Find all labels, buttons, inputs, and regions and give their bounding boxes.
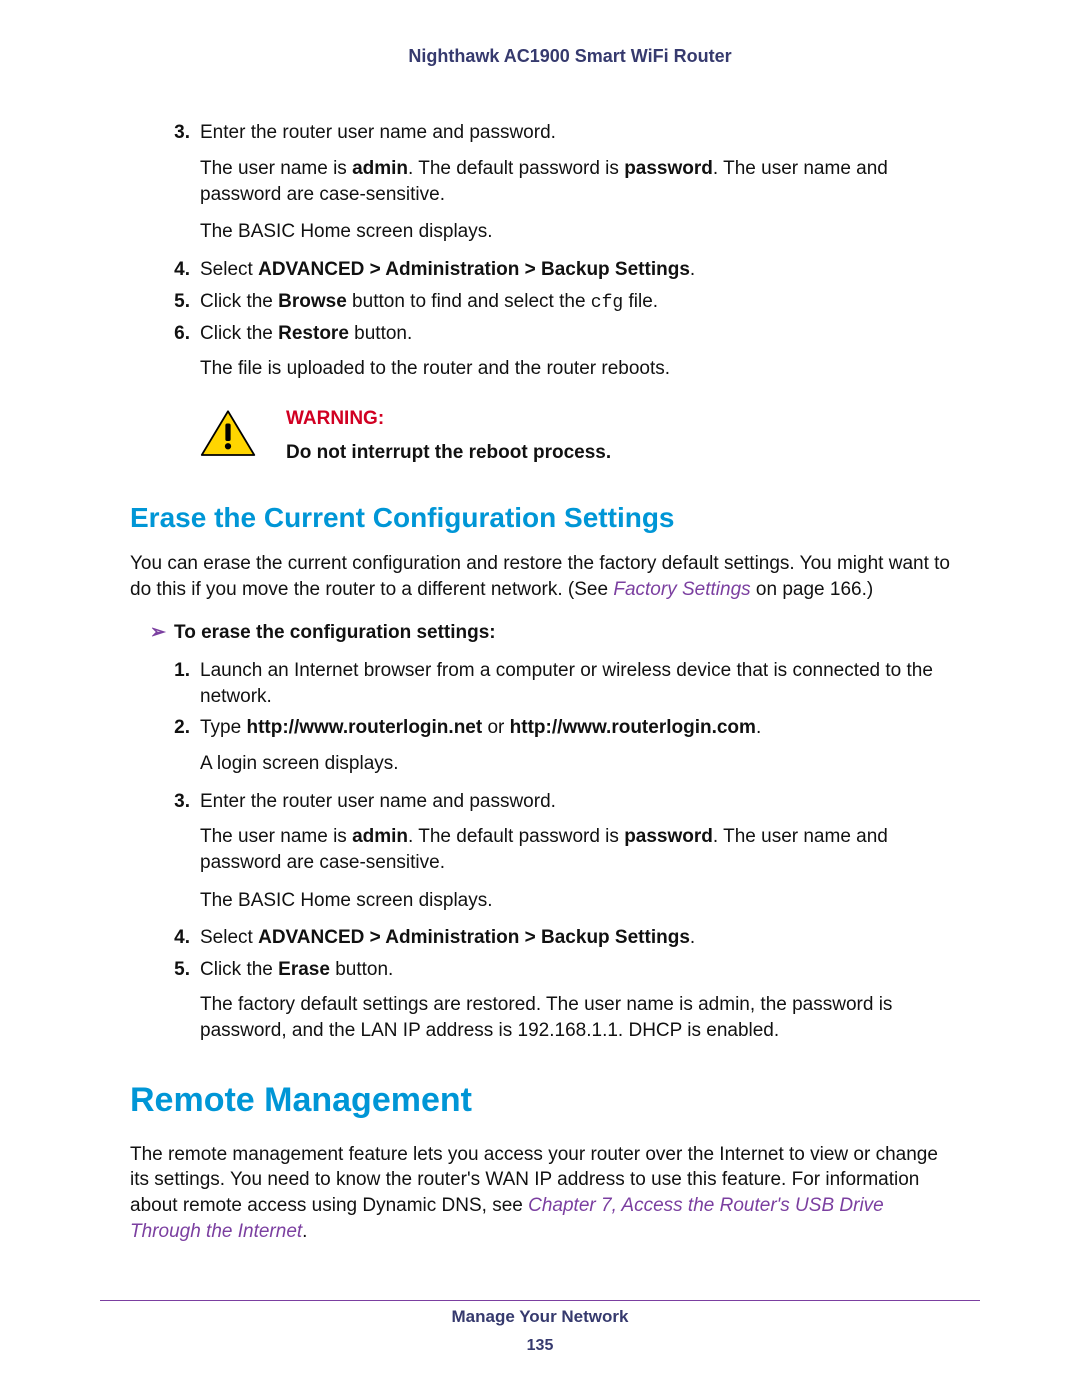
erase-step-5-paragraph: The factory default settings are restore… <box>160 992 950 1043</box>
erase-step-3-paragraph-1: The user name is admin. The default pass… <box>160 824 950 875</box>
step-number: 3. <box>160 120 190 146</box>
step-number: 5. <box>160 957 190 983</box>
warning-icon <box>200 408 256 460</box>
page-footer: Manage Your Network 135 <box>0 1306 1080 1357</box>
step-3-paragraph-2: The BASIC Home screen displays. <box>160 219 950 245</box>
code-cfg: cfg <box>591 293 623 313</box>
heading-erase-settings: Erase the Current Configuration Settings <box>130 499 950 537</box>
step-number: 4. <box>160 257 190 283</box>
xref-factory-settings[interactable]: Factory Settings <box>613 579 750 600</box>
step-number: 3. <box>160 789 190 815</box>
step-number: 4. <box>160 925 190 951</box>
chevron-right-icon: ➢ <box>150 620 174 646</box>
warning-message: Do not interrupt the reboot process. <box>286 442 611 463</box>
erase-step-3-paragraph-2: The BASIC Home screen displays. <box>160 888 950 914</box>
step-3: 3. Enter the router user name and passwo… <box>160 120 950 146</box>
step-6: 6. Click the Restore button. <box>160 321 950 347</box>
erase-step-2-paragraph: A login screen displays. <box>160 751 950 777</box>
page-header: Nighthawk AC1900 Smart WiFi Router <box>160 44 980 68</box>
step-number: 6. <box>160 321 190 347</box>
warning-text: WARNING: Do not interrupt the reboot pro… <box>286 406 611 465</box>
step-5: 5. Click the Browse button to find and s… <box>160 289 950 315</box>
step-text: Enter the router user name and password. <box>200 791 556 812</box>
warning-label: WARNING: <box>286 406 611 432</box>
step-number: 1. <box>160 658 190 684</box>
footer-page-number: 135 <box>0 1335 1080 1357</box>
heading-remote-management: Remote Management <box>130 1078 950 1124</box>
step-text: Enter the router user name and password. <box>200 122 556 143</box>
remote-management-intro: The remote management feature lets you a… <box>130 1142 950 1245</box>
erase-intro: You can erase the current configuration … <box>130 551 950 602</box>
erase-step-4: 4. Select ADVANCED > Administration > Ba… <box>160 925 950 951</box>
procedure-heading-erase: ➢To erase the configuration settings: <box>150 620 950 646</box>
step-4: 4. Select ADVANCED > Administration > Ba… <box>160 257 950 283</box>
erase-step-5: 5. Click the Erase button. <box>160 957 950 983</box>
erase-step-1: 1. Launch an Internet browser from a com… <box>160 658 950 709</box>
footer-divider <box>100 1300 980 1301</box>
document-page: Nighthawk AC1900 Smart WiFi Router 3. En… <box>0 0 1080 1397</box>
erase-step-2: 2. Type http://www.routerlogin.net or ht… <box>160 715 950 741</box>
step-3-paragraph-1: The user name is admin. The default pass… <box>160 156 950 207</box>
warning-block: WARNING: Do not interrupt the reboot pro… <box>200 406 950 465</box>
step-text: Launch an Internet browser from a comput… <box>200 660 933 707</box>
step-number: 2. <box>160 715 190 741</box>
step-number: 5. <box>160 289 190 315</box>
footer-section-title: Manage Your Network <box>0 1306 1080 1329</box>
page-content: 3. Enter the router user name and passwo… <box>160 120 980 1244</box>
erase-step-3: 3. Enter the router user name and passwo… <box>160 789 950 815</box>
step-6-paragraph: The file is uploaded to the router and t… <box>160 356 950 382</box>
